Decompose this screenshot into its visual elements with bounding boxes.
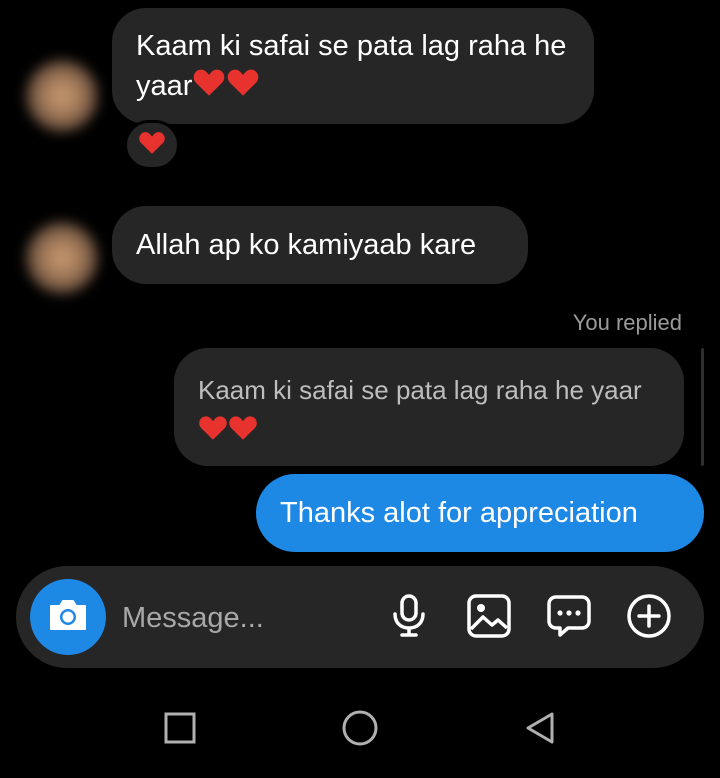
quoted-reply-bubble[interactable]: Kaam ki safai se pata lag raha he yaar bbox=[174, 348, 684, 466]
microphone-icon bbox=[389, 593, 429, 644]
sent-message-text: Thanks alot for appreciation bbox=[280, 497, 638, 529]
sticker-icon bbox=[546, 593, 592, 644]
add-button[interactable] bbox=[626, 593, 672, 644]
microphone-button[interactable] bbox=[386, 593, 432, 644]
gallery-button[interactable] bbox=[466, 593, 512, 644]
message-text: Allah ap ko kamiyaab kare bbox=[136, 229, 477, 261]
you-replied-label: You replied bbox=[572, 310, 682, 335]
heart-emoji-icon bbox=[192, 67, 226, 108]
back-icon bbox=[522, 710, 558, 751]
heart-emoji-icon bbox=[198, 412, 228, 452]
heart-reaction-icon bbox=[138, 130, 166, 160]
avatar[interactable] bbox=[26, 222, 98, 294]
add-icon bbox=[626, 593, 672, 644]
reply-indicator-bar bbox=[701, 348, 704, 466]
message-text: Kaam ki safai se pata lag raha he yaar bbox=[136, 26, 570, 108]
gallery-icon bbox=[466, 593, 512, 644]
message-bubble[interactable]: Kaam ki safai se pata lag raha he yaar bbox=[112, 8, 594, 124]
message-composer bbox=[16, 566, 704, 668]
message-bubble[interactable]: Allah ap ko kamiyaab kare bbox=[112, 206, 528, 284]
recents-icon bbox=[163, 711, 197, 750]
heart-reaction[interactable] bbox=[124, 120, 180, 170]
avatar[interactable] bbox=[26, 60, 98, 132]
sent-message-bubble[interactable]: Thanks alot for appreciation bbox=[256, 474, 704, 552]
heart-emoji-icon bbox=[228, 412, 258, 452]
home-icon bbox=[340, 708, 380, 753]
camera-icon bbox=[47, 597, 89, 638]
home-button[interactable] bbox=[338, 708, 382, 752]
heart-emoji-icon bbox=[226, 67, 260, 108]
sticker-button[interactable] bbox=[546, 593, 592, 644]
message-input[interactable] bbox=[120, 594, 374, 642]
recents-button[interactable] bbox=[158, 708, 202, 752]
back-button[interactable] bbox=[518, 708, 562, 752]
quoted-text: Kaam ki safai se pata lag raha he yaar bbox=[198, 375, 642, 445]
chat-screen: Kaam ki safai se pata lag raha he yaar A… bbox=[0, 0, 720, 778]
camera-button[interactable] bbox=[30, 579, 106, 655]
